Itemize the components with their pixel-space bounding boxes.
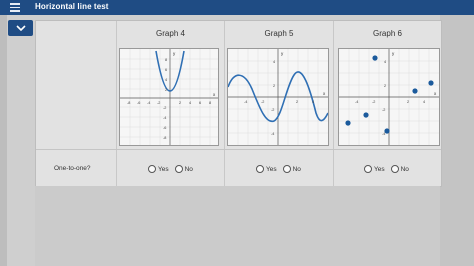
- tick-label: 2: [179, 101, 181, 105]
- tick-label: 4: [165, 78, 167, 82]
- tick-label: -2: [157, 101, 160, 105]
- data-point: [345, 120, 351, 126]
- graph-6-yes-option[interactable]: Yes: [364, 165, 385, 173]
- collapse-button[interactable]: [8, 20, 33, 36]
- tick-label: 6: [199, 101, 201, 105]
- graph-5-answer: Yes No: [256, 165, 307, 173]
- tick-label: -2: [261, 100, 264, 104]
- radio-no[interactable]: [390, 165, 399, 173]
- y-axis-label: y: [281, 51, 284, 56]
- graph-4-title: Graph 4: [156, 29, 185, 38]
- hamburger-icon[interactable]: [10, 3, 20, 12]
- graph-6-no-option[interactable]: No: [390, 165, 409, 173]
- tick-label: -4: [271, 132, 274, 136]
- tick-label: -4: [163, 116, 166, 120]
- tick-label: 2: [407, 100, 409, 104]
- tick-label: 4: [273, 60, 275, 64]
- graph-4: y x -8 -6 -4 -2 2 4 6 8 8 6 4 2 -2 -4 -6…: [119, 48, 219, 146]
- tick-label: 4: [312, 100, 314, 104]
- graph-6-cell: Graph 6 y x -4 -2 2 4 4 2 -2 -4: [334, 21, 441, 149]
- tick-label: -2: [163, 106, 166, 110]
- tick-label: 2: [165, 88, 167, 92]
- graph-4-answer: Yes No: [148, 165, 199, 173]
- right-edge: [440, 15, 474, 266]
- tick-label: 2: [384, 84, 386, 88]
- graph-5-yes-option[interactable]: Yes: [256, 165, 277, 173]
- graph-5-title: Graph 5: [264, 29, 294, 38]
- tick-label: -8: [163, 136, 166, 140]
- tick-label: 4: [384, 60, 386, 64]
- radio-yes[interactable]: [148, 165, 156, 173]
- row-divider: [36, 149, 441, 150]
- lower-area: [35, 186, 440, 266]
- radio-no[interactable]: [282, 165, 291, 173]
- graph-4-yes-option[interactable]: Yes: [148, 165, 169, 173]
- tick-label: -2: [382, 108, 385, 112]
- tick-label: 8: [165, 58, 167, 62]
- data-point: [412, 88, 418, 94]
- data-point: [428, 80, 434, 86]
- graph-6-title: Graph 6: [373, 29, 402, 38]
- tick-label: 4: [189, 101, 191, 105]
- top-bar: Horizontal line test: [0, 0, 474, 15]
- x-axis-label: x: [213, 92, 216, 97]
- tick-label: -2: [372, 100, 375, 104]
- graph-5-cell: Graph 5 y x -4 -2 2 4 4 2 -2 -4: [225, 21, 333, 149]
- graph-5: y x -4 -2 2 4 4 2 -2 -4: [227, 48, 329, 146]
- left-edge: [0, 15, 7, 266]
- graph-4-cell: Graph 4 y x -8 -6 -4 -2 2 4 6 8 8 6 4 2 …: [117, 21, 224, 149]
- tick-label: -4: [382, 132, 385, 136]
- radio-no[interactable]: [174, 165, 183, 173]
- radio-yes[interactable]: [256, 165, 264, 173]
- tick-label: 8: [209, 101, 211, 105]
- graph-5-no-option[interactable]: No: [282, 165, 301, 173]
- graph-panel: Graph 4 y x -8 -6 -4 -2 2 4 6 8 8 6 4 2 …: [35, 20, 442, 187]
- graph-6: y x -4 -2 2 4 4 2 -2 -4: [338, 48, 440, 146]
- tick-label: 6: [165, 68, 167, 72]
- page-title: Horizontal line test: [35, 2, 109, 11]
- tick-label: -6: [163, 126, 166, 130]
- one-to-one-label: One-to-one?: [54, 165, 91, 172]
- tick-label: 4: [423, 100, 425, 104]
- y-axis-label: y: [173, 51, 176, 56]
- tick-label: 2: [273, 84, 275, 88]
- chevron-down-icon: [15, 25, 26, 31]
- graph-6-answer: Yes No: [364, 165, 415, 173]
- tick-label: 2: [296, 100, 298, 104]
- tick-label: -4: [147, 101, 150, 105]
- tick-label: -6: [137, 101, 140, 105]
- graph-4-no-option[interactable]: No: [174, 165, 193, 173]
- y-axis-label: y: [392, 51, 395, 56]
- x-axis-label: x: [323, 91, 326, 96]
- tick-label: -2: [271, 108, 274, 112]
- x-axis-label: x: [434, 91, 437, 96]
- tick-label: -4: [355, 100, 358, 104]
- data-point: [363, 112, 369, 118]
- data-point: [372, 55, 378, 61]
- radio-yes[interactable]: [364, 165, 372, 173]
- tick-label: -4: [244, 100, 247, 104]
- tick-label: -8: [127, 101, 130, 105]
